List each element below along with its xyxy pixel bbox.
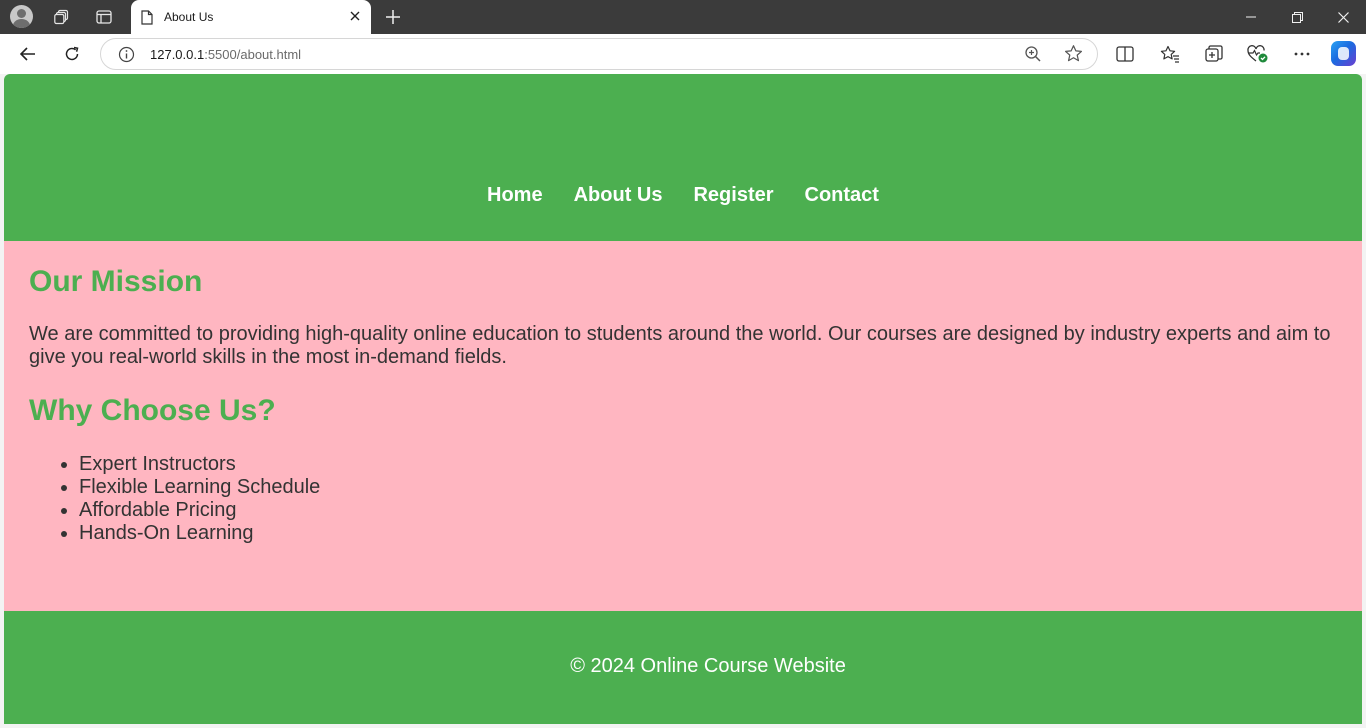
nav-link-contact[interactable]: Contact — [805, 184, 879, 207]
close-tab-icon[interactable] — [347, 8, 363, 24]
tab-about-us[interactable]: About Us — [131, 0, 371, 34]
main-nav: Home About Us Register Contact — [4, 184, 1362, 207]
copilot-icon[interactable] — [1331, 41, 1356, 66]
page-viewport: Home About Us Register Contact Our Missi… — [4, 74, 1362, 724]
list-item: Expert Instructors — [79, 453, 320, 476]
url-text[interactable]: 127.0.0.1:5500/about.html — [150, 47, 301, 62]
refresh-button[interactable] — [56, 40, 88, 68]
mission-heading: Our Mission — [29, 265, 203, 298]
favorite-star-icon[interactable] — [1064, 44, 1083, 68]
favorites-icon[interactable] — [1154, 40, 1186, 68]
address-bar[interactable]: 127.0.0.1:5500/about.html — [100, 38, 1098, 70]
minimize-button[interactable] — [1228, 0, 1274, 34]
tab-strip: About Us — [0, 0, 1366, 34]
main-content: Our Mission We are committed to providin… — [4, 241, 1362, 611]
restore-button[interactable] — [1274, 0, 1320, 34]
nav-link-about-us[interactable]: About Us — [574, 184, 663, 207]
page-icon — [141, 10, 153, 30]
browser-toolbar: 127.0.0.1:5500/about.html — [0, 34, 1366, 74]
window-bottom-edge — [0, 724, 1366, 728]
zoom-icon[interactable] — [1024, 45, 1042, 68]
list-item: Flexible Learning Schedule — [79, 476, 320, 499]
site-info-icon[interactable] — [118, 46, 135, 68]
profile-avatar-icon[interactable] — [10, 5, 33, 28]
tab-title: About Us — [164, 10, 214, 24]
workspaces-icon[interactable] — [48, 4, 76, 30]
site-header: Home About Us Register Contact — [4, 74, 1362, 241]
more-options-icon[interactable] — [1286, 40, 1318, 68]
footer-copyright: © 2024 Online Course Website — [570, 655, 846, 677]
list-item: Affordable Pricing — [79, 499, 320, 522]
mission-paragraph: We are committed to providing high-quali… — [29, 323, 1331, 368]
back-button[interactable] — [12, 40, 44, 68]
tab-actions-icon[interactable] — [90, 4, 118, 30]
browser-essentials-icon[interactable] — [1242, 40, 1274, 68]
why-choose-heading: Why Choose Us? — [29, 394, 276, 427]
split-screen-icon[interactable] — [1109, 40, 1141, 68]
features-list: Expert Instructors Flexible Learning Sch… — [79, 453, 320, 545]
url-host: 127.0.0.1 — [150, 47, 205, 62]
nav-link-register[interactable]: Register — [693, 184, 773, 207]
nav-link-home[interactable]: Home — [487, 184, 543, 207]
new-tab-button[interactable] — [381, 5, 405, 29]
url-path: :5500/about.html — [204, 47, 302, 62]
site-footer: © 2024 Online Course Website — [4, 611, 1362, 724]
close-window-button[interactable] — [1320, 0, 1366, 34]
collections-icon[interactable] — [1198, 40, 1230, 68]
list-item: Hands-On Learning — [79, 522, 320, 545]
